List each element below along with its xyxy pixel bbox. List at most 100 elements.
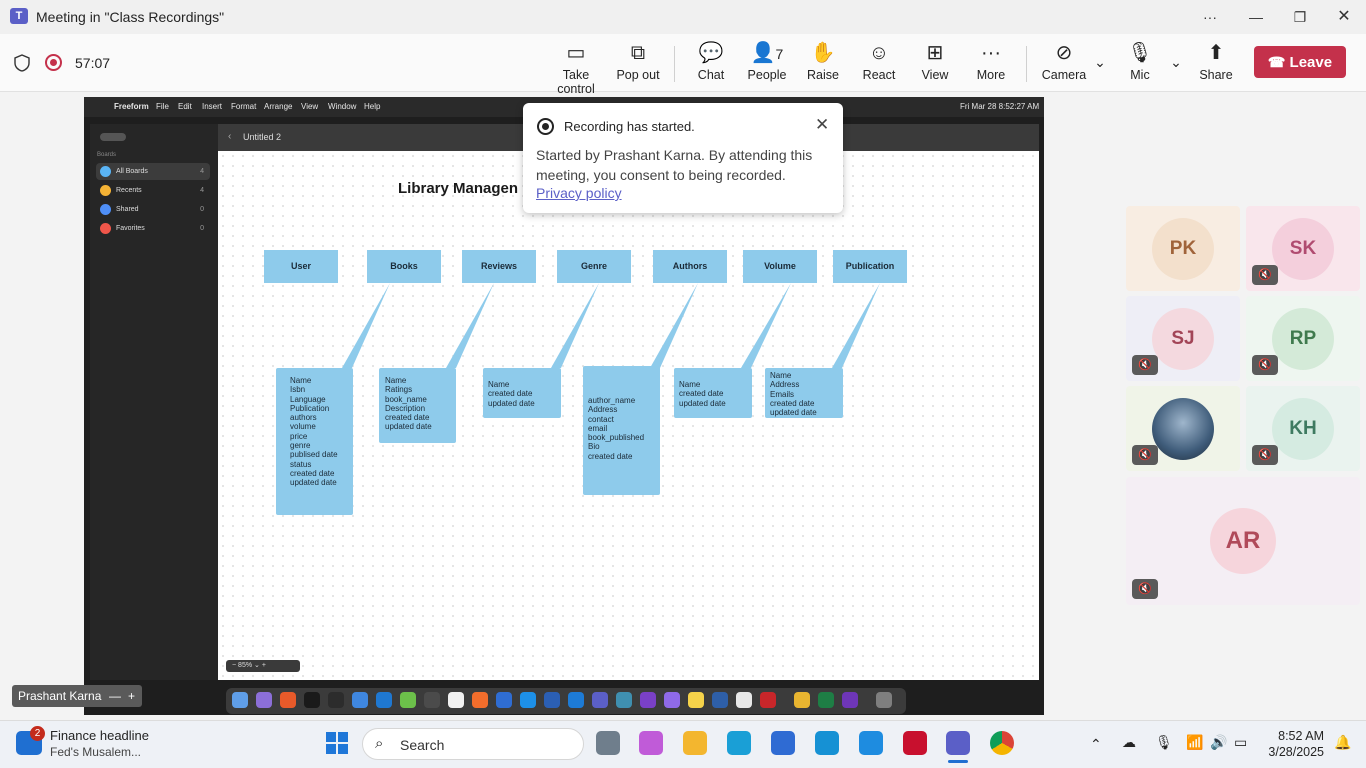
- teams-mac-icon: [592, 692, 608, 708]
- participant-tile[interactable]: RP 🔇: [1246, 296, 1360, 381]
- privacy-policy-link[interactable]: Privacy policy: [536, 185, 622, 201]
- volume-icon[interactable]: 🔊: [1210, 734, 1227, 751]
- muted-mic-icon: 🔇: [1132, 355, 1158, 375]
- participant-tile[interactable]: SK 🔇: [1246, 206, 1360, 291]
- close-window-button[interactable]: ✕: [1324, 4, 1364, 30]
- minimize-icon[interactable]: —: [109, 685, 121, 707]
- sidebar-item-label: Recents: [116, 187, 142, 194]
- avatar: SJ: [1152, 307, 1214, 370]
- note-line: created date: [385, 413, 430, 423]
- taskbar-search-box[interactable]: ⌕ Search: [362, 728, 584, 760]
- news-badge: 2: [30, 726, 45, 741]
- pop-out-label: Pop out: [616, 68, 660, 82]
- taskbar-time[interactable]: 8:52 AM: [1268, 729, 1324, 743]
- camera-button[interactable]: ⊘ Camera: [1040, 40, 1088, 82]
- battery-icon[interactable]: ▭: [1234, 734, 1247, 751]
- chrome-icon[interactable]: [990, 731, 1014, 755]
- share-upload-icon: ⬆: [1207, 42, 1225, 64]
- people-button[interactable]: 👤7 People: [744, 40, 790, 82]
- view-button[interactable]: ⊞ View: [914, 40, 956, 82]
- toolbar-divider: [1026, 46, 1027, 82]
- participant-tile[interactable]: KH 🔇: [1246, 386, 1360, 471]
- launchpad-icon: [256, 692, 272, 708]
- heart-icon: [100, 223, 111, 234]
- teams-taskbar-icon[interactable]: [946, 731, 970, 755]
- toolbar-divider: [674, 46, 675, 82]
- help-icon[interactable]: [859, 731, 883, 755]
- copilot-icon[interactable]: [639, 731, 663, 755]
- minimize-button[interactable]: —: [1236, 4, 1276, 30]
- canvas-title: Library Managen: [398, 180, 519, 197]
- notification-bell-icon[interactable]: 🔔: [1334, 734, 1351, 751]
- note-line: created date: [488, 389, 533, 399]
- note-line: book_name: [385, 394, 427, 404]
- mcafee-icon[interactable]: [903, 731, 927, 755]
- participant-tile[interactable]: SJ 🔇: [1126, 296, 1240, 381]
- sidebar-item-all-boards: All Boards 4: [96, 163, 210, 180]
- more-options-icon[interactable]: ···: [1190, 4, 1230, 30]
- windows-start-icon[interactable]: [325, 731, 349, 755]
- excel-icon: [818, 692, 834, 708]
- camera-label: Camera: [1041, 68, 1087, 82]
- task-view-icon[interactable]: [596, 731, 620, 755]
- note-line: authors: [290, 413, 317, 423]
- news-subtitle[interactable]: Fed's Musalem...: [50, 745, 141, 759]
- wifi-icon[interactable]: 📶: [1186, 734, 1203, 751]
- mic-label: Mic: [1130, 68, 1150, 82]
- close-icon[interactable]: ✕: [815, 115, 829, 135]
- xcode-icon: [496, 692, 512, 708]
- entity-box: Authors: [653, 250, 727, 283]
- hp-icon[interactable]: [815, 731, 839, 755]
- note-line: Name: [488, 380, 510, 389]
- camera-options-chevron-icon[interactable]: ⌄: [1090, 54, 1110, 71]
- edge-icon[interactable]: [727, 731, 751, 755]
- news-title[interactable]: Finance headline: [50, 728, 149, 743]
- sidebar-heading: Boards: [97, 152, 117, 158]
- note-line: Address: [588, 405, 618, 415]
- notes-icon: [424, 692, 440, 708]
- more-button[interactable]: ··· More: [970, 40, 1012, 82]
- mic-options-chevron-icon[interactable]: ⌄: [1166, 54, 1186, 71]
- leave-button[interactable]: ☎ Leave: [1254, 46, 1346, 78]
- raise-hand-button[interactable]: ✋ Raise: [802, 40, 844, 82]
- participant-tile[interactable]: 🔇: [1126, 386, 1240, 471]
- cloud-off-icon[interactable]: ☁: [1122, 734, 1136, 751]
- sidebar-item-label: Favorites: [116, 225, 145, 232]
- mic-button[interactable]: 🎙 Mic: [1120, 40, 1160, 82]
- file-explorer-icon[interactable]: [683, 731, 707, 755]
- muted-mic-icon: 🔇: [1252, 265, 1278, 285]
- note-line: Publication: [290, 403, 330, 413]
- note-line: Ratings: [385, 385, 413, 395]
- pop-out-button[interactable]: ⧉ Pop out: [614, 40, 662, 82]
- chevron-up-icon[interactable]: ⌃: [1090, 736, 1102, 753]
- store-icon[interactable]: [771, 731, 795, 755]
- muted-mic-icon: 🔇: [1252, 445, 1278, 465]
- mac-app-name: Freeform: [114, 102, 149, 111]
- visual-studio-icon: [842, 692, 858, 708]
- teams-logo-icon: T: [10, 8, 28, 24]
- title-bar: T Meeting in "Class Recordings" ··· — ❐ …: [0, 0, 1366, 34]
- finder-icon: [232, 692, 248, 708]
- participant-tile[interactable]: AR 🔇: [1126, 477, 1360, 605]
- note-line: created date: [679, 389, 724, 399]
- docker-icon: [520, 692, 536, 708]
- sidebar-item-count: 4: [200, 187, 204, 194]
- entity-box: Publication: [833, 250, 907, 283]
- mic-muted-tray-icon[interactable]: 🎙: [1155, 734, 1173, 751]
- search-placeholder: Search: [400, 737, 445, 753]
- mac-menu-window: Window: [328, 102, 357, 111]
- share-button[interactable]: ⬆ Share: [1196, 40, 1236, 82]
- chat-button[interactable]: 💬 Chat: [690, 40, 732, 82]
- participant-tile[interactable]: PK: [1126, 206, 1240, 291]
- react-button[interactable]: ☺ React: [857, 40, 901, 82]
- smiley-icon: ☺: [868, 42, 890, 64]
- taskbar-date[interactable]: 3/28/2025: [1262, 745, 1324, 759]
- word-icon: [544, 692, 560, 708]
- take-control-button[interactable]: ▭ Take control: [544, 40, 608, 96]
- avatar: RP: [1272, 307, 1334, 370]
- entity-box: User: [264, 250, 338, 283]
- plus-icon[interactable]: +: [128, 685, 135, 707]
- maximize-button[interactable]: ❐: [1280, 4, 1320, 30]
- note-line: updated date: [385, 422, 432, 432]
- meeting-timer: 57:07: [75, 55, 111, 71]
